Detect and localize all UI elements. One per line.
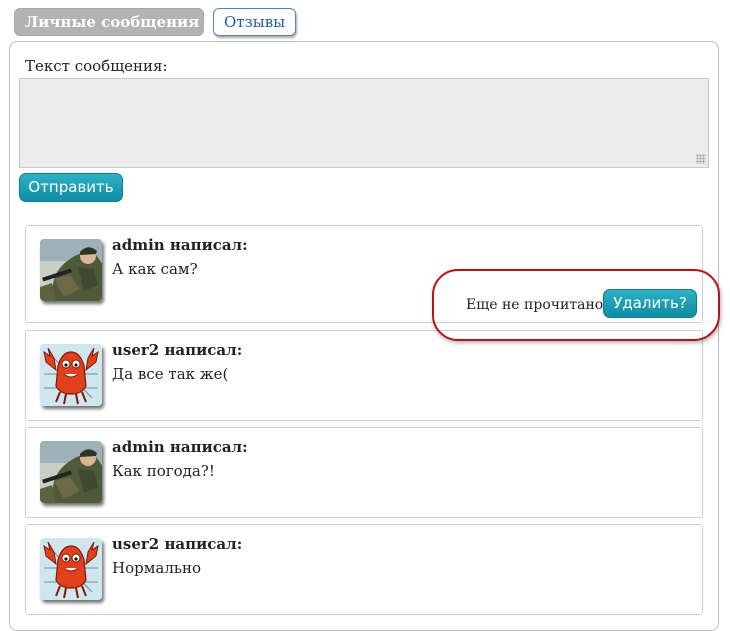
soldier-avatar bbox=[40, 441, 102, 503]
message-text: Нормально bbox=[112, 559, 202, 577]
message-text-label: Текст сообщения: bbox=[25, 57, 168, 75]
soldier-avatar-icon bbox=[40, 239, 102, 301]
send-button[interactable]: Отправить bbox=[19, 173, 123, 202]
red-crab-avatar bbox=[40, 538, 102, 600]
red-crab-avatar-icon bbox=[40, 344, 102, 406]
message-author: user2 написал: bbox=[112, 535, 243, 553]
message-text: А как сам? bbox=[112, 260, 198, 278]
resize-grip-icon[interactable] bbox=[696, 154, 706, 164]
message-author: user2 написал: bbox=[112, 341, 243, 359]
message-text: Как погода?! bbox=[112, 462, 215, 480]
soldier-avatar-icon bbox=[40, 441, 102, 503]
message-author: admin написал: bbox=[112, 236, 248, 254]
message-item: admin написал: А как сам? Еще не прочита… bbox=[25, 225, 703, 323]
message-item: user2 написал: Нормально bbox=[25, 524, 703, 615]
message-item: admin написал: Как погода?! bbox=[25, 427, 703, 518]
red-crab-avatar bbox=[40, 344, 102, 406]
tab-reviews[interactable]: Отзывы bbox=[213, 8, 296, 36]
message-text: Да все так же( bbox=[112, 365, 229, 383]
unread-status: Еще не прочитано bbox=[466, 297, 604, 313]
message-author: admin написал: bbox=[112, 438, 248, 456]
message-text-input[interactable] bbox=[19, 78, 709, 168]
message-item: user2 написал: Да все так же( bbox=[25, 330, 703, 421]
delete-button[interactable]: Удалить? bbox=[603, 289, 697, 318]
tab-private-messages[interactable]: Личные сообщения bbox=[14, 8, 204, 36]
messages-panel: Текст сообщения: Отправить admin написал… bbox=[9, 41, 719, 631]
soldier-avatar bbox=[40, 239, 102, 301]
red-crab-avatar-icon bbox=[40, 538, 102, 600]
